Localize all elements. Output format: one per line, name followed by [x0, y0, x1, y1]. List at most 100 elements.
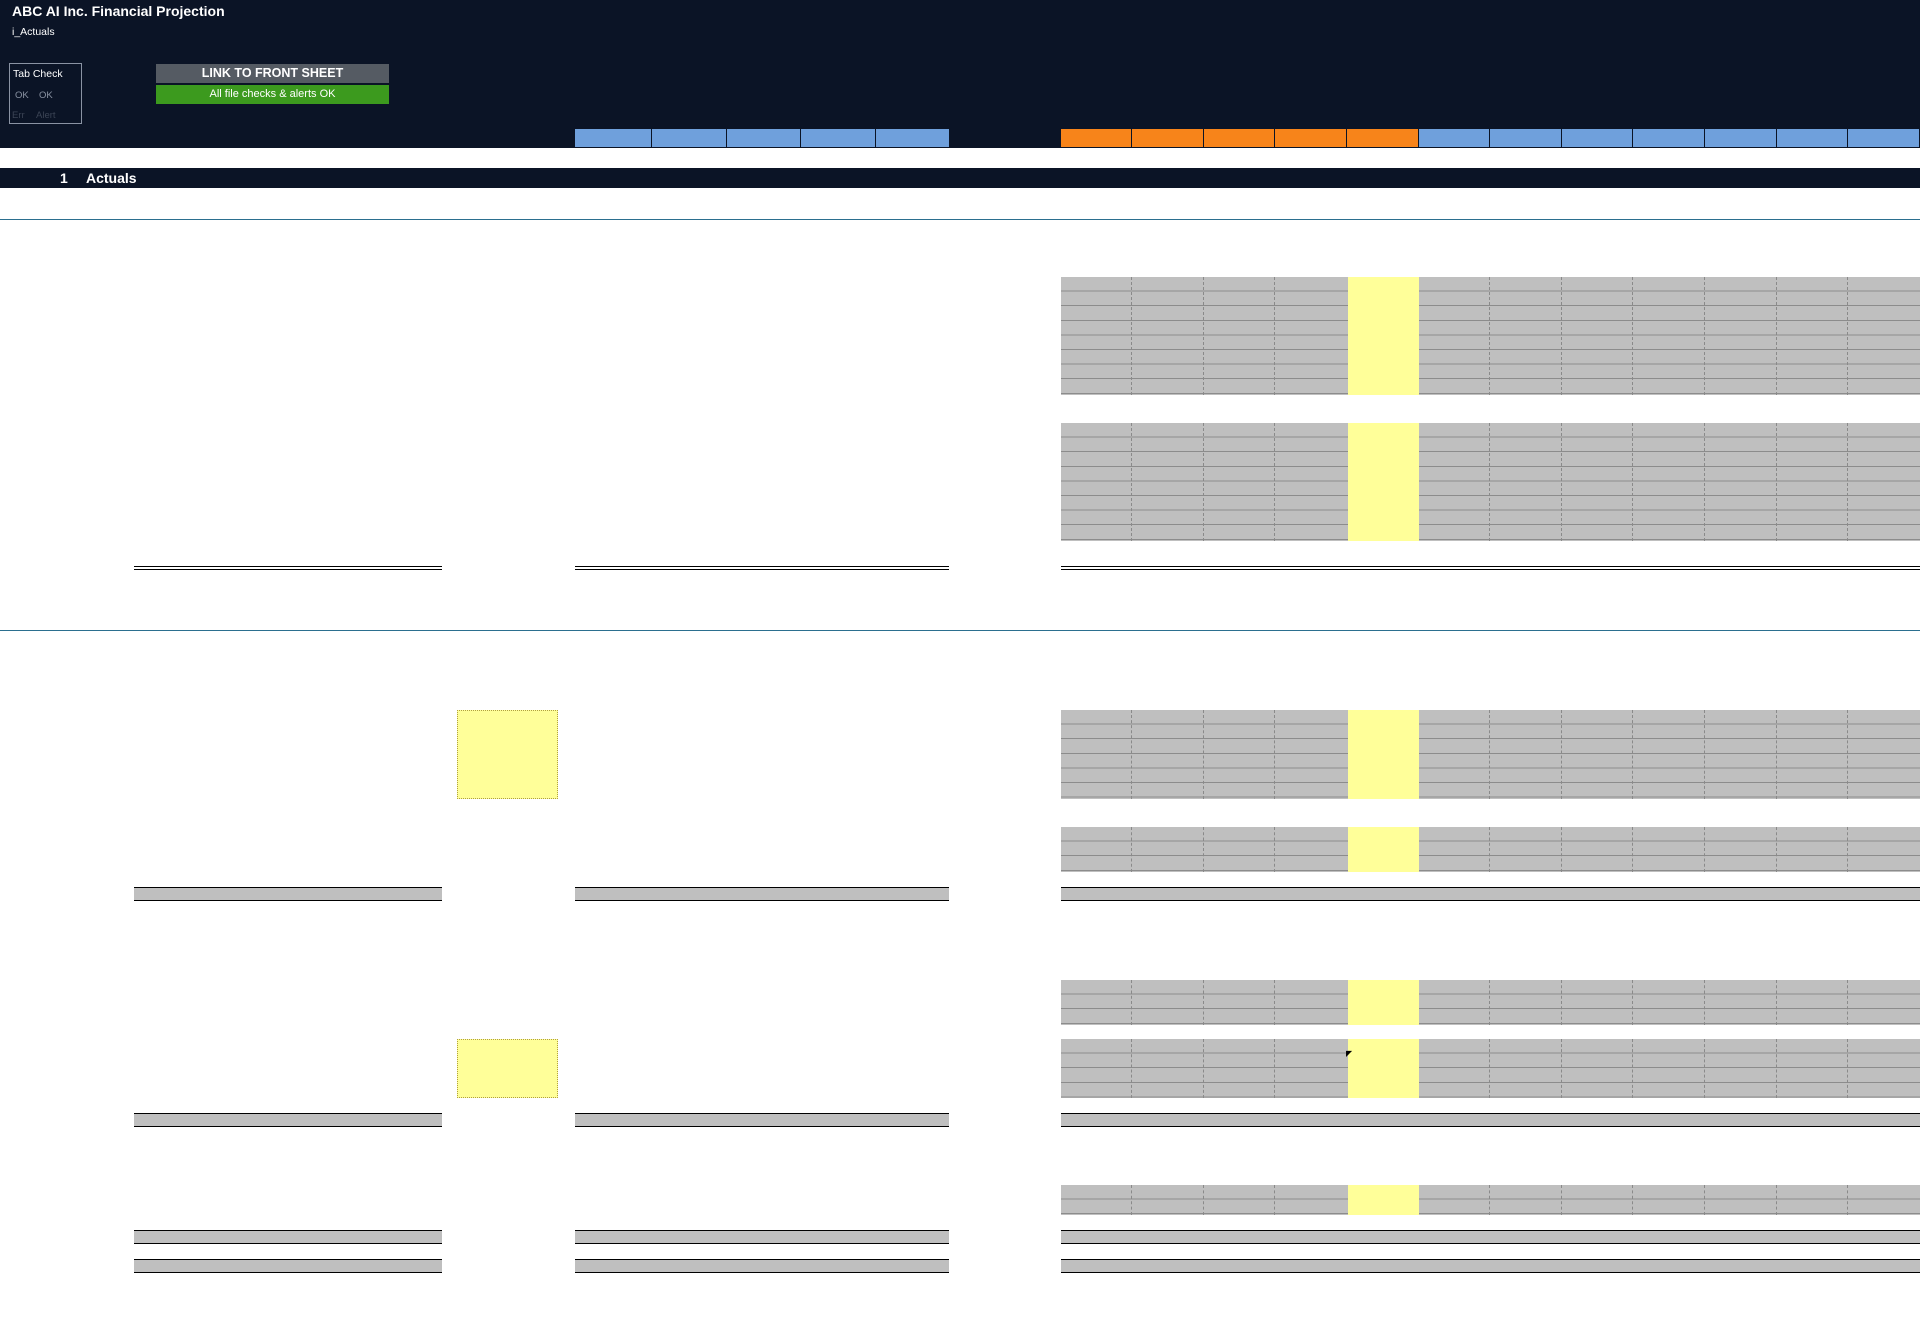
monthly-input-block	[1061, 1185, 1920, 1216]
grid-divider	[1203, 710, 1204, 799]
monthly-input-block	[1061, 710, 1920, 799]
tab-check-alert: Alert	[36, 110, 56, 121]
may-actual-input-column	[1348, 1185, 1419, 1216]
status-actual	[1061, 129, 1131, 147]
grid-divider	[1274, 827, 1275, 872]
grid-divider	[1561, 1185, 1562, 1216]
grid-divider	[1847, 1185, 1848, 1216]
grid-divider	[1489, 980, 1490, 1025]
grid-divider	[1704, 980, 1705, 1025]
grid-divider	[1704, 827, 1705, 872]
tab-check-label: Tab Check	[13, 68, 63, 80]
total-row-bar	[575, 1259, 949, 1273]
grid-divider	[1776, 710, 1777, 799]
total-row-bar	[134, 1230, 442, 1244]
useful-life-inputs	[457, 710, 558, 799]
may-actual-input-column	[1348, 277, 1419, 395]
grid-divider	[1632, 423, 1633, 541]
grid-divider	[1632, 1039, 1633, 1099]
sheet-name: i_Actuals	[12, 26, 55, 38]
status-forecast	[1705, 129, 1776, 147]
grid-divider	[1704, 277, 1705, 395]
grid-divider	[1203, 1185, 1204, 1216]
grid-divider	[1131, 277, 1132, 395]
monthly-input-block	[1061, 423, 1920, 541]
may-actual-input-column	[1348, 423, 1419, 541]
status-actual	[1204, 129, 1274, 147]
status-forecast-annual	[727, 129, 800, 147]
may-actual-input-column	[1348, 980, 1419, 1025]
grid-divider	[1274, 1039, 1275, 1099]
grid-divider	[1847, 1039, 1848, 1099]
total-row-bar	[1061, 887, 1920, 901]
grid-divider	[1847, 277, 1848, 395]
tab-check-box: Tab Check OK OK Err Alert	[9, 63, 82, 124]
grid-divider	[1489, 277, 1490, 395]
grid-divider	[1489, 423, 1490, 541]
grid-divider	[1561, 423, 1562, 541]
status-forecast	[1490, 129, 1561, 147]
total-row-bar	[575, 1113, 949, 1127]
grid-divider	[1776, 1039, 1777, 1099]
total-underline	[1061, 566, 1920, 570]
grid-divider	[1489, 1185, 1490, 1216]
grid-divider	[1704, 1039, 1705, 1099]
grid-divider	[1489, 1039, 1490, 1099]
section-number: 1	[60, 170, 68, 186]
section-actuals-bar: 1 Actuals	[0, 168, 1920, 188]
status-forecast	[1777, 129, 1847, 147]
grid-divider	[1203, 1039, 1204, 1099]
status-forecast	[1848, 129, 1919, 147]
grid-divider	[1776, 827, 1777, 872]
comment-marker-icon: ◤	[1346, 1049, 1353, 1058]
may-actual-input-column	[1348, 827, 1419, 872]
total-row-bar	[575, 1230, 949, 1244]
settlement-inputs	[457, 1039, 558, 1099]
grid-divider	[1561, 710, 1562, 799]
grid-divider	[1274, 423, 1275, 541]
grid-divider	[1131, 1185, 1132, 1216]
grid-divider	[1847, 423, 1848, 541]
grid-divider	[1274, 277, 1275, 395]
grid-divider	[1203, 277, 1204, 395]
status-forecast	[1419, 129, 1489, 147]
grid-divider	[1274, 980, 1275, 1025]
grid-divider	[1203, 423, 1204, 541]
grid-divider	[1847, 827, 1848, 872]
total-underline	[134, 566, 442, 570]
status-forecast	[1633, 129, 1704, 147]
status-actual	[1347, 129, 1418, 147]
link-to-front-sheet-button[interactable]: LINK TO FRONT SHEET	[156, 64, 389, 83]
model-title: ABC AI Inc. Financial Projection	[12, 3, 225, 19]
subsection-rule	[0, 630, 1920, 631]
grid-divider	[1274, 1185, 1275, 1216]
grid-divider	[1489, 710, 1490, 799]
monthly-input-block	[1061, 980, 1920, 1025]
total-underline	[575, 566, 949, 570]
status-actual	[1275, 129, 1346, 147]
subsection-rule	[0, 219, 1920, 220]
section-title: Actuals	[86, 170, 137, 186]
grid-divider	[1131, 423, 1132, 541]
grid-divider	[1203, 980, 1204, 1025]
grid-divider	[1632, 277, 1633, 395]
grid-divider	[1561, 980, 1562, 1025]
grid-divider	[1131, 1039, 1132, 1099]
total-row-bar	[134, 887, 442, 901]
grid-divider	[1203, 827, 1204, 872]
grid-divider	[1632, 980, 1633, 1025]
grid-divider	[1561, 1039, 1562, 1099]
grid-divider	[1632, 827, 1633, 872]
total-row-bar	[1061, 1113, 1920, 1127]
grid-divider	[1131, 710, 1132, 799]
grid-divider	[1776, 423, 1777, 541]
status-forecast	[1562, 129, 1632, 147]
file-checks-status: All file checks & alerts OK	[156, 85, 389, 104]
grid-divider	[1561, 277, 1562, 395]
grid-divider	[1632, 1185, 1633, 1216]
total-row-bar	[134, 1113, 442, 1127]
total-row-bar	[1061, 1259, 1920, 1273]
grid-divider	[1847, 710, 1848, 799]
status-forecast-annual	[876, 129, 949, 147]
grid-divider	[1131, 827, 1132, 872]
